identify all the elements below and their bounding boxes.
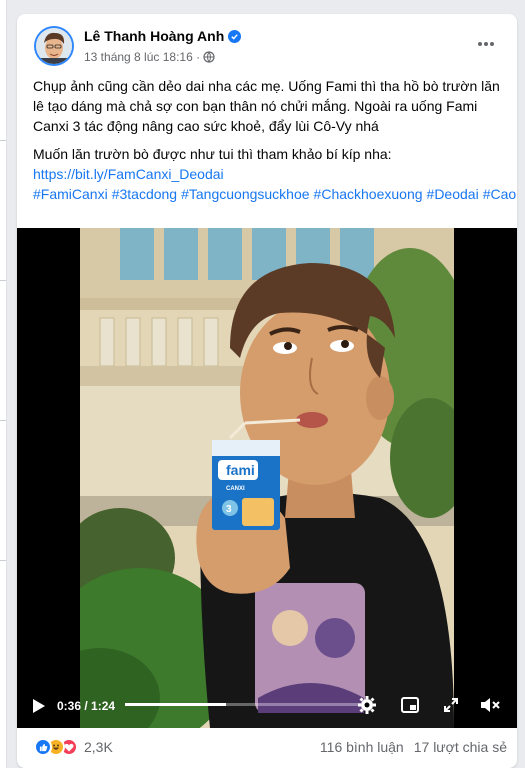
post-stats: 116 bình luận 17 lượt chia sẻ — [320, 739, 507, 755]
verified-icon — [228, 29, 242, 43]
post-header: Lê Thanh Hoàng Anh 13 tháng 8 lúc 18:16 … — [34, 26, 504, 70]
post-timestamp[interactable]: 13 tháng 8 lúc 18:16 · — [84, 50, 200, 64]
settings-icon[interactable] — [356, 694, 378, 716]
post-link[interactable]: https://bit.ly/FamCanxi_Deodai — [33, 166, 224, 182]
post-meta: 13 tháng 8 lúc 18:16 · — [84, 50, 215, 64]
video-controls: 0:36 / 1:24 — [17, 682, 517, 728]
left-edge-panel — [0, 0, 7, 768]
reaction-count[interactable]: 2,3K — [84, 739, 113, 755]
hashtag[interactable]: #Caolon — [483, 186, 517, 202]
hashtag[interactable]: #3tacdong — [112, 186, 177, 202]
video-progress-bar[interactable] — [125, 703, 361, 706]
svg-text:3: 3 — [226, 504, 232, 515]
share-count[interactable]: 17 lượt chia sẻ — [414, 739, 507, 755]
hashtag[interactable]: #Chackhoexuong — [314, 186, 423, 202]
comment-count[interactable]: 116 bình luận — [320, 739, 404, 755]
post-footer: 2,3K 116 bình luận 17 lượt chia sẻ — [17, 728, 517, 768]
post-paragraph-1: Chụp ảnh cũng cần dẻo dai nha các mẹ. Uố… — [33, 78, 500, 134]
post-body: Chụp ảnh cũng cần dẻo dai nha các mẹ. Uố… — [33, 76, 517, 204]
play-icon[interactable] — [29, 696, 49, 716]
hashtag[interactable]: #Deodai — [427, 186, 479, 202]
hashtag-list: #FamiCanxi #3tacdong #Tangcuongsuckhoe #Cha… — [33, 184, 517, 204]
reaction-summary[interactable]: 2,3K — [34, 738, 113, 756]
more-icon[interactable] — [474, 32, 498, 56]
carton-brand: fami — [226, 462, 255, 478]
author-avatar[interactable] — [34, 26, 74, 66]
video-frame[interactable]: fami CANXI 3 — [80, 228, 454, 728]
video-time: 0:36 / 1:24 — [57, 699, 116, 713]
hashtag[interactable]: #FamiCanxi — [33, 186, 108, 202]
author-name[interactable]: Lê Thanh Hoàng Anh — [84, 28, 242, 44]
globe-icon[interactable] — [203, 51, 215, 63]
author-name-text[interactable]: Lê Thanh Hoàng Anh — [84, 28, 224, 44]
volume-icon[interactable] — [479, 695, 501, 715]
post-card: Lê Thanh Hoàng Anh 13 tháng 8 lúc 18:16 … — [17, 14, 517, 768]
carton-sub: CANXI — [226, 486, 245, 492]
hashtag[interactable]: #Tangcuongsuckhoe — [181, 186, 309, 202]
fullscreen-icon[interactable] — [441, 695, 461, 715]
miniplayer-icon[interactable] — [400, 695, 420, 715]
video-still: fami CANXI 3 — [80, 228, 454, 728]
video-player[interactable]: fami CANXI 3 0:36 / 1:24 — [17, 228, 517, 728]
post-paragraph-2: Muốn lăn trườn bò được như tui thì tham … — [33, 146, 392, 162]
avatar-photo — [36, 28, 72, 64]
video-progress-fill — [125, 703, 227, 706]
like-icon — [34, 738, 52, 756]
